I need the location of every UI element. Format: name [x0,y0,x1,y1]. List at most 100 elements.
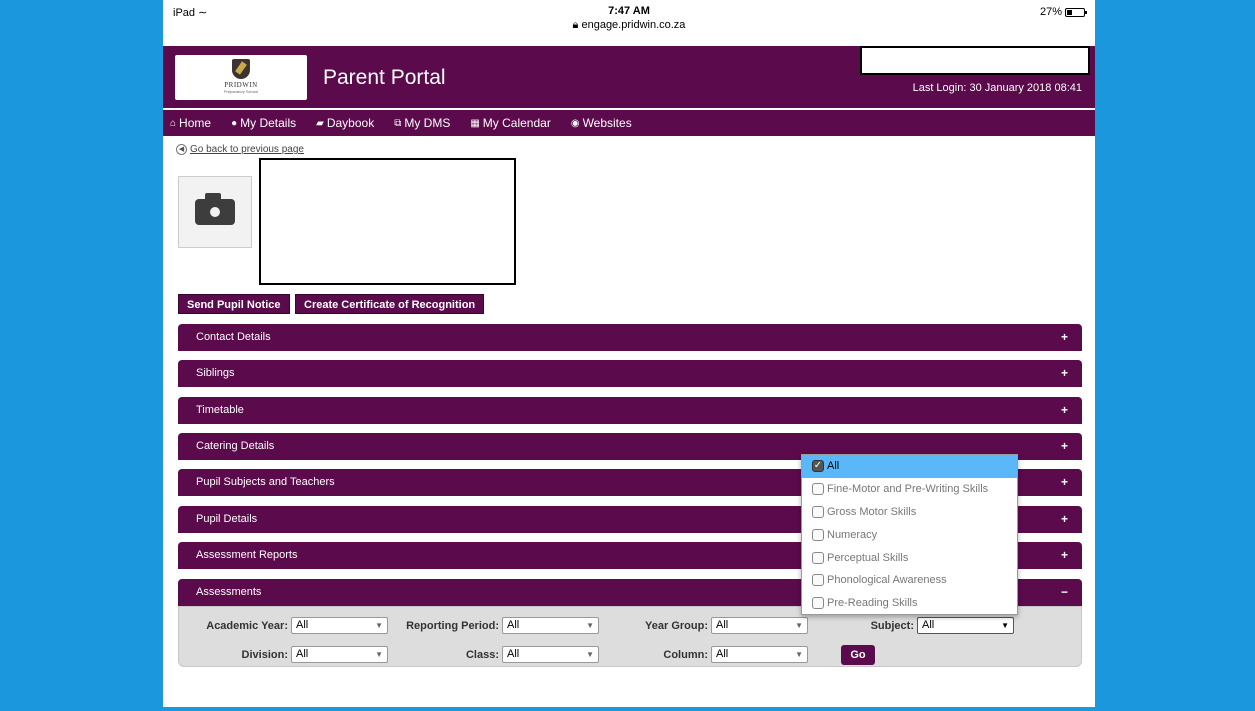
section-timetable[interactable]: Timetable + [178,397,1082,424]
expand-icon: + [1060,366,1068,380]
user-icon: ● [231,117,238,129]
dropdown-option-perceptual[interactable]: Perceptual Skills [802,546,1017,569]
globe-icon: ◉ [570,117,580,129]
page-title: Parent Portal [323,66,446,89]
go-button[interactable]: Go [841,645,875,665]
calendar-icon: ▦ [470,117,480,129]
chevron-down-icon: ▼ [795,621,803,630]
checkbox-icon [812,483,824,496]
subject-dropdown-list: ✓ All Fine-Motor and Pre-Writing Skills … [801,454,1018,615]
column-select[interactable]: All ▼ [711,646,808,663]
nav-label: My DMS [404,116,451,130]
address-bar[interactable]: 🔒︎ engage.pridwin.co.za [163,19,1095,32]
battery-indicator: 27% [1040,6,1087,18]
nav-item-home[interactable]: ⌂ Home [170,116,211,130]
logo-name: PRIDWIN [224,81,258,89]
chevron-down-icon: ▼ [586,650,594,659]
checkbox-icon [812,574,824,587]
chevron-down-icon: ▼ [1001,621,1009,630]
filter-label: Reporting Period: [406,619,499,632]
option-label: Gross Motor Skills [827,505,917,518]
assessment-filters: Academic Year: All ▼ Reporting Period: Al… [178,606,1082,667]
redacted-pupil-info [259,158,516,285]
back-link[interactable]: ◀ Go back to previous page [176,144,304,155]
filter-label: Subject: [870,619,914,632]
portal-header: PRIDWIN Preparatory School Parent Portal… [163,46,1095,108]
checkbox-icon [812,528,824,541]
dropdown-option-gross-motor[interactable]: Gross Motor Skills [802,501,1017,524]
checkbox-icon [812,597,824,610]
chevron-down-icon: ▼ [375,621,383,630]
dropdown-option-numeracy[interactable]: Numeracy [802,523,1017,546]
dropdown-option-pre-reading[interactable]: Pre-Reading Skills [802,592,1017,615]
battery-icon [1065,7,1087,17]
section-label: Catering Details [196,440,275,452]
filter-academic-year: Academic Year: All ▼ [189,617,388,634]
filter-division: Division: All ▼ [189,646,388,663]
browser-frame: iPad ∼ 7:47 AM 🔒︎ engage.pridwin.co.za 2… [163,0,1095,711]
filter-class: Class: All ▼ [403,646,599,663]
select-value: All [296,619,309,631]
school-logo[interactable]: PRIDWIN Preparatory School [175,55,307,100]
camera-lens-icon [207,204,223,220]
section-contact-details[interactable]: Contact Details + [178,324,1082,351]
nav-label: Home [179,116,212,130]
class-select[interactable]: All ▼ [502,646,599,663]
expand-icon: + [1060,330,1068,344]
nav-label: My Details [240,116,297,130]
logo-subtitle: Preparatory School [223,89,259,94]
last-login: Last Login: 30 January 2018 08:41 [912,82,1082,94]
filter-label: Division: [241,648,288,661]
filter-label: Academic Year: [206,619,288,632]
dropdown-option-phonological[interactable]: Phonological Awareness [802,569,1017,592]
expand-icon: + [1060,548,1068,562]
option-label: All [827,460,840,473]
nav-label: My Calendar [482,116,551,130]
back-link-text: Go back to previous page [190,144,304,155]
section-label: Pupil Subjects and Teachers [196,476,335,488]
year-group-select[interactable]: All ▼ [711,617,808,634]
nav-item-my-calendar[interactable]: ▦ My Calendar [470,116,550,130]
option-label: Pre-Reading Skills [827,597,918,610]
filter-reporting-period: Reporting Period: All ▼ [403,617,599,634]
section-siblings[interactable]: Siblings + [178,360,1082,387]
expand-icon: + [1060,403,1068,417]
checkbox-checked-icon: ✓ [812,460,824,473]
filter-column: Column: All ▼ [609,646,808,663]
dropdown-option-fine-motor[interactable]: Fine-Motor and Pre-Writing Skills [802,478,1017,501]
checkbox-icon [812,505,824,518]
nav-label: Daybook [326,116,375,130]
crest-icon [232,59,250,79]
collapse-icon: − [1060,585,1068,599]
division-select[interactable]: All ▼ [291,646,388,663]
filter-subject: Subject: All ▼ [816,617,1014,634]
nav-label: Websites [582,116,632,130]
nav-item-websites[interactable]: ◉ Websites [571,116,632,130]
nav-item-my-dms[interactable]: ⧉ My DMS [394,116,450,130]
option-label: Fine-Motor and Pre-Writing Skills [827,483,989,496]
filter-label: Year Group: [645,619,708,632]
bottom-border [163,707,1095,711]
nav-item-my-details[interactable]: ● My Details [231,116,296,130]
dropdown-option-all[interactable]: ✓ All [802,455,1017,478]
clock: 7:47 AM [608,5,650,17]
select-value: All [507,648,520,660]
back-arrow-icon: ◀ [176,144,187,155]
reporting-period-select[interactable]: All ▼ [502,617,599,634]
option-label: Perceptual Skills [827,551,909,564]
nav-item-daybook[interactable]: ▰ Daybook [316,116,374,130]
section-label: Assessment Reports [196,549,298,561]
section-label: Pupil Details [196,513,258,525]
checkbox-icon [812,551,824,564]
expand-icon: + [1060,439,1068,453]
select-value: All [716,648,729,660]
select-value: All [296,648,309,660]
section-label: Assessments [196,586,262,598]
filter-label: Class: [465,648,499,661]
send-pupil-notice-button[interactable]: Send Pupil Notice [178,294,290,314]
filter-year-group: Year Group: All ▼ [609,617,808,634]
create-certificate-button[interactable]: Create Certificate of Recognition [295,294,485,314]
subject-select[interactable]: All ▼ [917,617,1014,634]
academic-year-select[interactable]: All ▼ [291,617,388,634]
main-nav: ⌂ Home ● My Details ▰ Daybook ⧉ My DMS ▦… [163,110,1095,136]
